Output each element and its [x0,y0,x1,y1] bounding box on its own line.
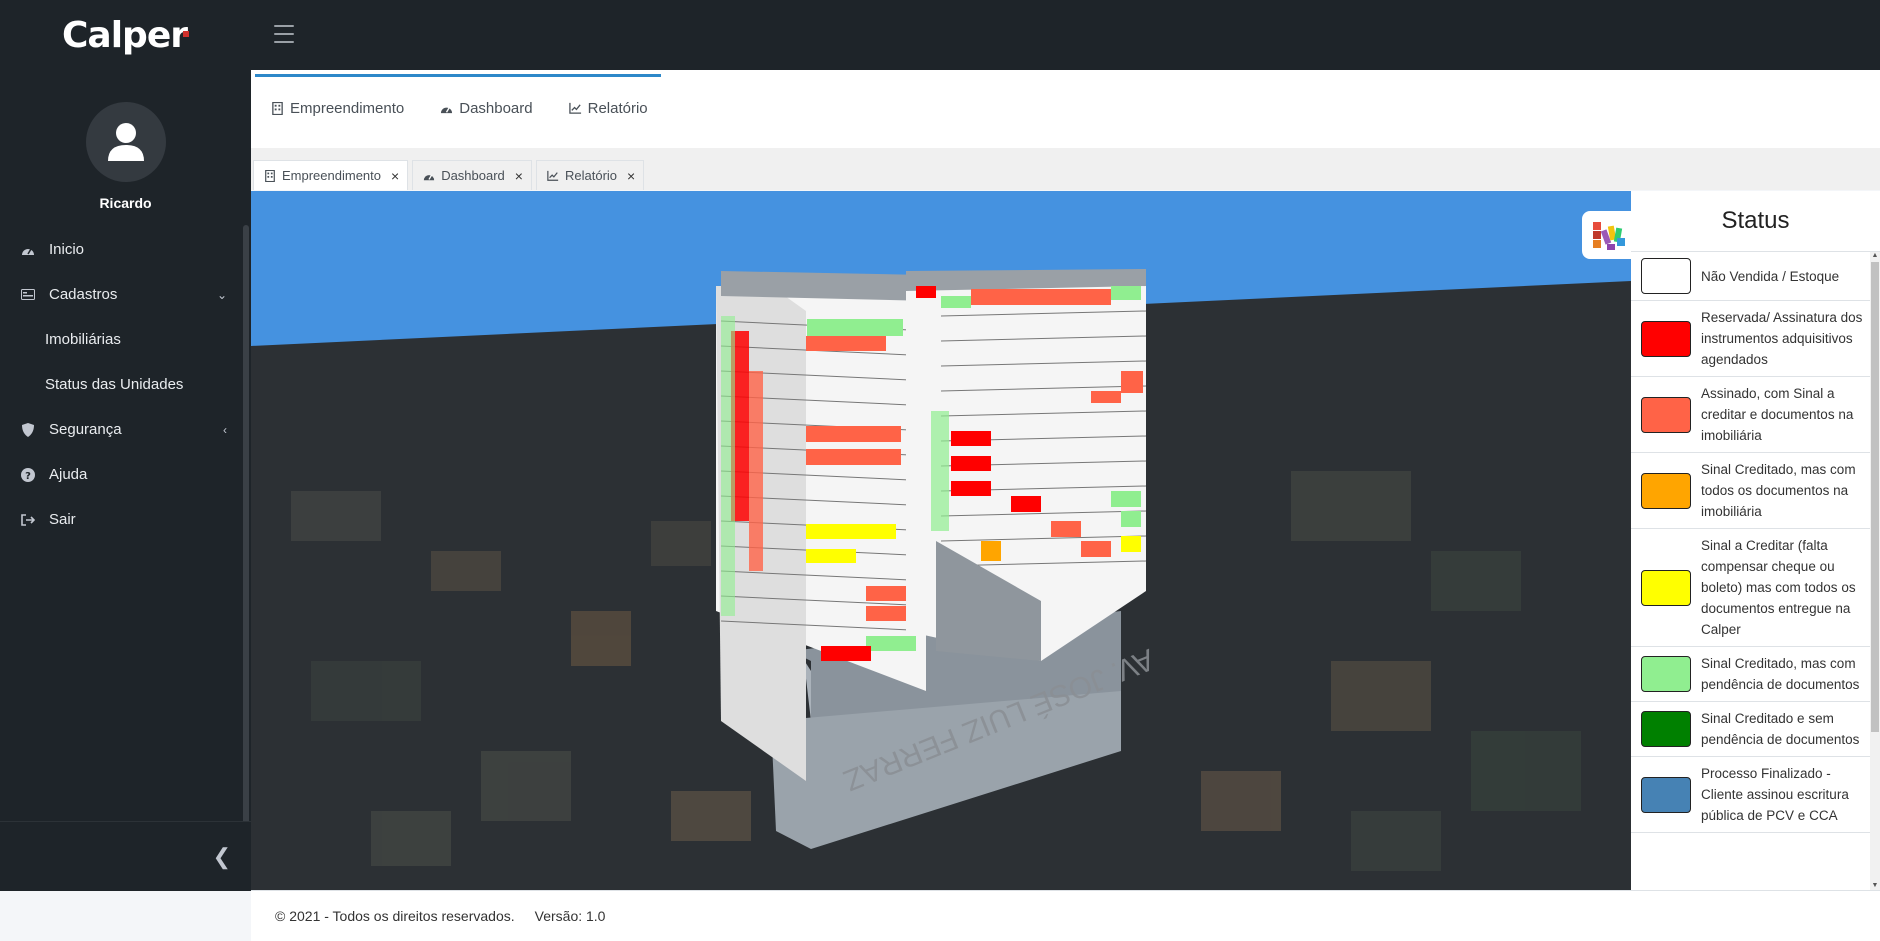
tab-label: Dashboard [441,168,505,183]
tab-label: Relatório [564,168,618,183]
sidebar-item-label: Cadastros [49,286,118,303]
brand-name: Calper [62,14,188,56]
sidebar-collapse-button[interactable]: ❮ [0,821,251,891]
sidebar-item-cadastros[interactable]: Cadastros ⌄ [0,272,245,317]
status-legend-item: Assinado, com Sinal a creditar e documen… [1631,377,1871,453]
status-color-swatch [1641,711,1691,747]
color-palette-button[interactable] [1582,211,1634,259]
building-icon [272,102,283,115]
page-footer: © 2021 - Todos os direitos reservados. V… [251,890,1880,941]
avatar [86,102,166,182]
status-label: Sinal Creditado e sem pendência de docum… [1701,711,1860,747]
tab-label: Dashboard [459,100,533,117]
user-name: Ricardo [99,195,152,211]
scroll-up-icon[interactable]: ▲ [1871,252,1879,260]
chevron-left-icon: ❮ [212,843,231,869]
status-label: Não Vendida / Estoque [1701,268,1840,284]
gauge-icon [424,174,435,180]
header-tabs: Empreendimento Dashboard Relatório [271,100,648,117]
tab-dashboard[interactable]: Dashboard [440,100,533,117]
status-label: Sinal Creditado, mas com pendência de do… [1701,656,1860,692]
content-header: Empreendimento Dashboard Relatório [251,70,1880,148]
sidebar-item-label: Status das Unidades [45,376,184,393]
status-list: Não Vendida / Estoque Reservada/ Assinatu… [1631,252,1871,833]
sidebar-item-label: Imobiliárias [45,331,121,348]
status-legend-item: Sinal Creditado, mas com todos os docume… [1631,453,1871,529]
status-color-swatch [1641,320,1691,357]
brand-logo[interactable]: Calper [0,0,251,70]
building-scene[interactable]: AV. JOSÉ LUIZ FERRAZ [251,191,1631,890]
sidebar-item-label: Segurança [49,421,122,438]
shield-icon [20,422,36,438]
sidebar-nav: Inicio Cadastros ⌄ Imobiliárias Status d… [0,227,245,542]
tab-label: Empreendimento [290,100,405,117]
open-tab-empreendimento[interactable]: Empreendimento × [253,160,409,190]
tab-label: Empreendimento [282,168,381,183]
help-icon: ? [20,467,36,483]
svg-text:?: ? [25,471,31,482]
status-legend-panel: Status Não Vendida / Estoque Reservada/ A… [1631,191,1880,890]
status-color-swatch [1641,776,1691,813]
status-legend-item: Sinal Creditado, mas com pendência de do… [1631,647,1871,702]
menu-toggle-icon[interactable] [274,25,294,43]
status-legend-item: Processo Finalizado - Cliente assinou es… [1631,757,1871,833]
close-icon[interactable]: × [391,168,399,184]
status-color-swatch [1641,258,1691,294]
sidebar-item-label: Sair [49,511,76,528]
sidebar-item-label: Ajuda [49,466,88,483]
scrollbar-thumb[interactable] [1871,262,1879,732]
status-label: Assinado, com Sinal a creditar e documen… [1701,386,1854,443]
chevron-left-icon: ‹ [223,422,227,437]
sidebar-item-inicio[interactable]: Inicio [0,227,245,272]
gauge-icon [441,107,453,114]
status-color-swatch [1641,569,1691,606]
status-legend-item: Reservada/ Assinatura dos instrumentos a… [1631,301,1871,377]
sidebar-scrollbar[interactable] [243,225,249,889]
status-color-swatch [1641,472,1691,509]
close-icon[interactable]: × [515,168,523,184]
status-legend-item: Sinal Creditado e sem pendência de docum… [1631,702,1871,757]
open-tab-dashboard[interactable]: Dashboard × [412,160,532,190]
status-scrollbar[interactable]: ▲ ▼ [1870,252,1880,890]
status-legend-item: Não Vendida / Estoque [1631,252,1871,301]
status-color-swatch [1641,396,1691,433]
user-icon [108,123,144,161]
tab-label: Relatório [587,100,648,117]
status-color-swatch [1641,656,1691,692]
status-label: Sinal Creditado, mas com todos os docume… [1701,462,1856,519]
building-icon [265,169,275,182]
3d-building-viewer[interactable]: AV. JOSÉ LUIZ FERRAZ [251,191,1631,890]
palette-icon [1593,222,1625,250]
chart-line-icon [547,170,559,181]
open-tabs-bar: Empreendimento × Dashboard × Relatório × [251,148,1880,190]
sign-out-icon [20,512,36,528]
status-label: Reservada/ Assinatura dos instrumentos a… [1701,310,1863,367]
sidebar: Ricardo Inicio Cadastros ⌄ Imobiliárias … [0,70,251,891]
top-navbar: Calper [0,0,1880,70]
tab-relatorio[interactable]: Relatório [568,100,648,117]
copyright-text: © 2021 - Todos os direitos reservados. [275,908,515,924]
dashboard-icon [20,242,36,258]
chart-line-icon [568,102,581,114]
status-label: Sinal a Creditar (falta compensar cheque… [1701,538,1856,637]
scroll-down-icon[interactable]: ▼ [1871,882,1879,890]
open-tab-relatorio[interactable]: Relatório × [535,160,645,190]
sidebar-item-seguranca[interactable]: Segurança ‹ [0,407,245,452]
tab-empreendimento[interactable]: Empreendimento [271,100,404,117]
brand-dot [183,31,189,37]
id-card-icon [20,287,36,303]
sidebar-item-sair[interactable]: Sair [0,497,245,542]
status-legend-item: Sinal a Creditar (falta compensar cheque… [1631,529,1871,647]
status-title: Status [1631,191,1880,252]
version-text: Versão: 1.0 [534,908,606,924]
close-icon[interactable]: × [627,168,635,184]
sidebar-item-status-unidades[interactable]: Status das Unidades [0,362,245,407]
sidebar-item-label: Inicio [49,241,85,258]
chevron-down-icon: ⌄ [216,287,227,302]
sidebar-item-imobiliarias[interactable]: Imobiliárias [0,317,245,362]
status-label: Processo Finalizado - Cliente assinou es… [1701,766,1849,823]
sidebar-item-ajuda[interactable]: ? Ajuda [0,452,245,497]
active-tab-indicator [255,74,661,77]
